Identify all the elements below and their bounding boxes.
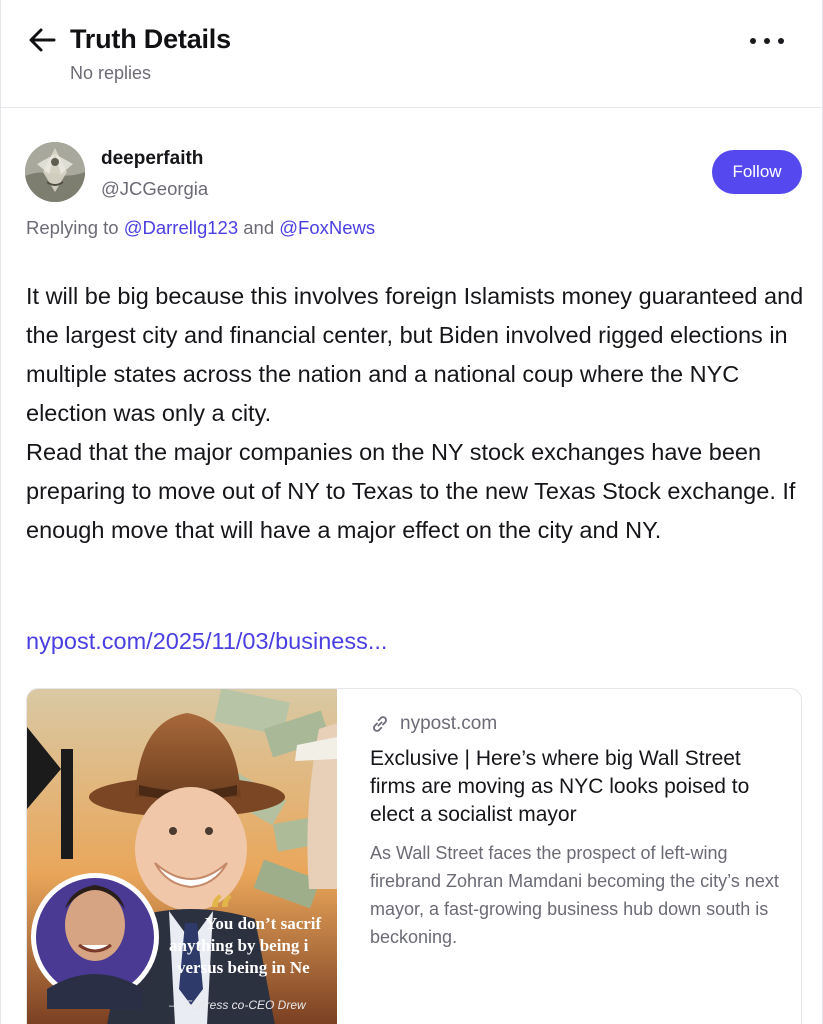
replying-to: Replying to @Darrellg123 and @FoxNews xyxy=(26,217,375,239)
back-button[interactable] xyxy=(27,26,57,54)
link-preview-card[interactable]: “ You don’t sacrif anything by being i v… xyxy=(26,688,802,1024)
image-quote-line-1: You don’t sacrif xyxy=(205,914,322,933)
arrow-left-icon xyxy=(29,28,56,52)
author-display-name[interactable]: deeperfaith xyxy=(101,148,203,170)
page-title: Truth Details xyxy=(70,24,231,54)
author-handle[interactable]: @JCGeorgia xyxy=(101,178,208,200)
link-title: Exclusive | Here’s where big Wall Street… xyxy=(370,747,750,826)
link-domain: nypost.com xyxy=(400,713,498,734)
reply-count: No replies xyxy=(70,63,152,83)
image-quote-line-3: versus being in Ne xyxy=(177,958,310,977)
more-horizontal-icon xyxy=(750,38,756,44)
image-quote-attribution: — Fortress co-CEO Drew xyxy=(168,998,307,1012)
link-description: As Wall Street faces the prospect of lef… xyxy=(370,843,779,947)
more-options-button[interactable] xyxy=(750,30,784,52)
replying-prefix: Replying to xyxy=(26,217,119,238)
post-link[interactable]: nypost.com/2025/11/03/business... xyxy=(26,628,387,655)
replying-conjunction: and xyxy=(243,217,275,238)
truth-details-page: Truth Details No replies deeperfaith @JC… xyxy=(0,0,823,1024)
page-header: Truth Details No replies xyxy=(1,0,822,108)
image-quote-line-2: anything by being i xyxy=(169,936,309,955)
link-preview-text: nypost.com Exclusive | Here’s where big … xyxy=(370,713,790,951)
post-paragraph-1: It will be big because this involves for… xyxy=(26,283,804,426)
post-body: It will be big because this involves for… xyxy=(26,277,806,550)
link-source: nypost.com xyxy=(370,713,790,735)
reply-mention-1[interactable]: @Darrellg123 xyxy=(124,217,238,238)
avatar[interactable] xyxy=(25,142,85,202)
link-preview-image: “ You don’t sacrif anything by being i v… xyxy=(27,689,337,1024)
link-icon xyxy=(373,716,387,732)
reply-mention-2[interactable]: @FoxNews xyxy=(279,217,375,238)
post-paragraph-2: Read that the major companies on the NY … xyxy=(26,439,796,543)
follow-button[interactable]: Follow xyxy=(712,150,802,194)
